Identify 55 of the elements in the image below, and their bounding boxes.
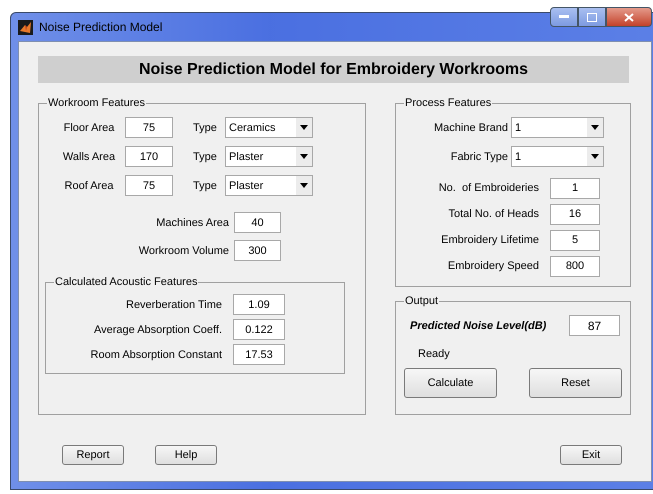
value-field[interactable]: 75 — [125, 117, 173, 138]
type-dropdown[interactable]: Plaster — [225, 146, 313, 167]
value-field[interactable]: 170 — [125, 146, 173, 167]
field-label: Average Absorption Coeff. — [92, 324, 222, 336]
maximize-icon — [587, 12, 597, 22]
field-label: Workroom Volume — [138, 244, 229, 256]
type-dropdown[interactable]: Ceramics — [225, 117, 313, 138]
field-label: Machines Area — [155, 216, 229, 228]
minimize-icon — [559, 15, 569, 19]
value-field[interactable]: 800 — [550, 256, 600, 276]
field-label: Floor Area — [62, 122, 116, 134]
result-label: Predicted Noise Level(dB) — [410, 320, 546, 332]
result-field[interactable]: 87 — [569, 315, 620, 336]
header-banner: Noise Prediction Model for Embroidery Workrooms — [38, 56, 629, 83]
window-title: Noise Prediction Model — [39, 20, 162, 34]
value-field[interactable]: 16 — [550, 204, 600, 224]
value-field[interactable]: 5 — [550, 230, 600, 250]
field-label: Total No. of Heads — [448, 208, 539, 220]
action-button[interactable]: Exit — [560, 445, 622, 465]
type-dropdown[interactable]: Plaster — [225, 175, 313, 196]
value-field[interactable]: 17.53 — [233, 344, 285, 365]
value-field[interactable]: 0.122 — [233, 319, 285, 340]
group-title: Workroom Features — [47, 97, 146, 109]
field-label: Embroidery Lifetime — [440, 234, 539, 246]
group-title: Calculated Acoustic Features — [54, 276, 198, 288]
action-button[interactable]: Calculate — [404, 368, 497, 398]
value-field[interactable]: 300 — [234, 240, 281, 261]
app-logo-icon — [18, 20, 33, 34]
value-field[interactable]: 75 — [125, 175, 173, 196]
action-button[interactable]: Help — [155, 445, 217, 465]
value-field[interactable]: 40 — [234, 212, 281, 233]
field-label: Embroidery Speed — [446, 260, 539, 272]
field-label: Roof Area — [64, 180, 114, 192]
action-button[interactable]: Reset — [529, 368, 622, 398]
field-label: Reverberation Time — [125, 298, 222, 310]
field-label: Type — [193, 122, 218, 134]
close-button[interactable] — [606, 7, 652, 27]
dropdown[interactable]: 1 — [511, 146, 604, 167]
field-label: Type — [193, 150, 218, 162]
action-button[interactable]: Report — [62, 445, 124, 465]
maximize-button[interactable] — [578, 7, 606, 27]
field-label: Room Absorption Constant — [90, 348, 222, 360]
field-label: Fabric Type — [450, 150, 508, 162]
status-text: Ready — [418, 348, 450, 360]
field-label: Machine Brand — [433, 122, 508, 134]
group-title: Output — [404, 295, 440, 307]
field-label: No. of Embroideries — [438, 182, 539, 194]
close-icon — [624, 12, 634, 22]
field-label: Walls Area — [62, 150, 116, 162]
minimize-button[interactable] — [550, 7, 578, 27]
value-field[interactable]: 1.09 — [233, 294, 285, 315]
field-label: Type — [193, 180, 218, 192]
dropdown[interactable]: 1 — [511, 117, 604, 138]
group-title: Process Features — [404, 97, 492, 109]
value-field[interactable]: 1 — [550, 178, 600, 198]
